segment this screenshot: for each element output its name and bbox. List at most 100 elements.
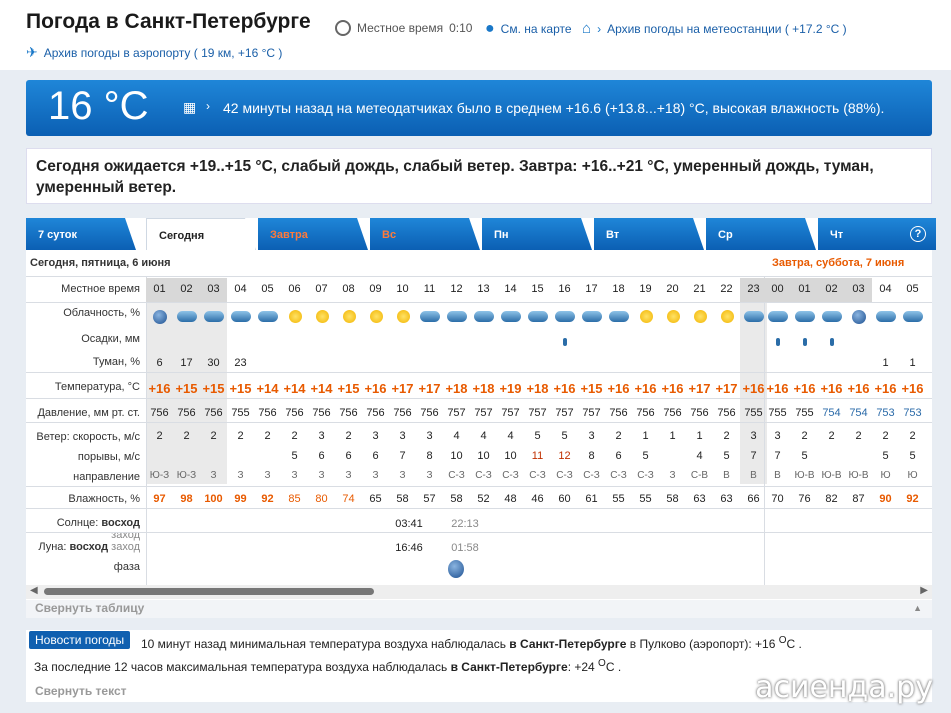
pressure-cell: 756 bbox=[258, 407, 277, 419]
gust-cell: 6 bbox=[345, 450, 352, 462]
wind-cell: 2 bbox=[210, 430, 217, 442]
day-today-label: Сегодня, пятница, 6 июня bbox=[30, 257, 171, 269]
scroll-thumb[interactable] bbox=[44, 588, 374, 595]
help-icon[interactable]: ? bbox=[910, 226, 926, 242]
hour-cell: 18 bbox=[612, 283, 625, 295]
direction-cell: З bbox=[426, 470, 433, 481]
wind-cell: 2 bbox=[291, 430, 298, 442]
grid-line bbox=[26, 422, 932, 423]
cloud-sun-icon bbox=[420, 310, 440, 324]
wind-cell: 4 bbox=[507, 430, 514, 442]
direction-cell: В bbox=[774, 470, 781, 481]
temp-cell: +18 bbox=[445, 381, 468, 396]
collapse-text-button[interactable]: Свернуть текст bbox=[35, 684, 127, 698]
gust-cell: 5 bbox=[801, 450, 808, 462]
row-label-humidity: Влажность, % bbox=[68, 493, 140, 505]
direction-cell: З bbox=[237, 470, 244, 481]
tab-monday[interactable]: Пн bbox=[482, 218, 592, 250]
wind-cell: 3 bbox=[399, 430, 406, 442]
sun-cloud-icon bbox=[258, 310, 278, 324]
tab-wednesday[interactable]: Ср bbox=[706, 218, 816, 250]
humidity-cell: 61 bbox=[585, 493, 598, 505]
hour-cell: 21 bbox=[693, 283, 706, 295]
pressure-cell: 756 bbox=[609, 407, 628, 419]
temp-cell: +17 bbox=[418, 381, 441, 396]
hour-cell: 08 bbox=[342, 283, 355, 295]
temp-cell: +15 bbox=[337, 381, 360, 396]
humidity-cell: 70 bbox=[771, 493, 784, 505]
moon-cloud-icon bbox=[150, 310, 170, 324]
pressure-cell: 757 bbox=[474, 407, 493, 419]
temp-cell: +16 bbox=[742, 381, 765, 396]
pressure-cell: 756 bbox=[150, 407, 169, 419]
direction-cell: В bbox=[723, 470, 730, 481]
pressure-cell: 756 bbox=[204, 407, 223, 419]
humidity-cell: 63 bbox=[720, 493, 733, 505]
wind-cell: 1 bbox=[642, 430, 649, 442]
gust-cell: 8 bbox=[426, 450, 433, 462]
temp-cell: +16 bbox=[634, 381, 657, 396]
humidity-cell: 52 bbox=[477, 493, 490, 505]
grid-line bbox=[26, 508, 932, 509]
row-label-pressure: Давление, мм рт. ст. bbox=[37, 407, 140, 419]
gust-cell: 8 bbox=[588, 450, 595, 462]
wind-cell: 2 bbox=[615, 430, 622, 442]
temp-cell: +16 bbox=[901, 381, 924, 396]
hour-cell: 05 bbox=[261, 283, 274, 295]
humidity-cell: 58 bbox=[396, 493, 409, 505]
cloud-icon bbox=[474, 310, 494, 324]
hour-cell: 17 bbox=[585, 283, 598, 295]
tab-thursday[interactable]: Чт ? bbox=[818, 218, 936, 250]
current-weather-bar: 16 °C ▦ › 42 минуты назад на метеодатчик… bbox=[26, 80, 932, 136]
tab-tuesday[interactable]: Вт bbox=[594, 218, 704, 250]
hour-cell: 16 bbox=[558, 283, 571, 295]
pressure-cell: 753 bbox=[903, 407, 922, 419]
humidity-cell: 76 bbox=[798, 493, 811, 505]
direction-cell: В bbox=[750, 470, 757, 481]
hour-cell: 14 bbox=[504, 283, 517, 295]
tab-tomorrow[interactable]: Завтра bbox=[258, 218, 368, 250]
cloud-icon bbox=[501, 310, 521, 324]
direction-cell: Ю-В bbox=[794, 470, 815, 481]
scroll-right-icon[interactable]: ▶ bbox=[920, 585, 928, 596]
day-tomorrow-label: Завтра, суббота, 7 июня bbox=[772, 257, 905, 269]
page-title: Погода в Санкт-Петербурге bbox=[26, 10, 311, 33]
tab-today[interactable]: Сегодня bbox=[146, 218, 256, 250]
chevron-right-icon: › bbox=[206, 99, 210, 113]
grid-line bbox=[26, 302, 932, 303]
rain-cloud-icon bbox=[555, 310, 575, 324]
archive-airport-link[interactable]: ✈ Архив погоды в аэропорту ( 19 км, +16 … bbox=[26, 44, 282, 61]
moonrise-time: 16:46 bbox=[395, 542, 423, 554]
pressure-cell: 754 bbox=[849, 407, 868, 419]
pressure-cell: 756 bbox=[339, 407, 358, 419]
hour-cell: 02 bbox=[818, 278, 845, 302]
fog-cell: 17 bbox=[180, 357, 193, 369]
scroll-left-icon[interactable]: ◀ bbox=[30, 585, 38, 596]
hour-cell: 02 bbox=[173, 278, 200, 302]
fog-cell: 1 bbox=[909, 357, 916, 369]
humidity-cell: 74 bbox=[342, 493, 355, 505]
news-line-2: За последние 12 часов максимальная темпе… bbox=[34, 658, 622, 674]
wind-cell: 3 bbox=[372, 430, 379, 442]
wind-cell: 1 bbox=[696, 430, 703, 442]
direction-cell: С-З bbox=[637, 470, 654, 481]
hour-cell: 05 bbox=[906, 283, 919, 295]
map-link[interactable]: ● См. на карте bbox=[485, 20, 572, 38]
direction-cell: С-З bbox=[529, 470, 546, 481]
hour-cell: 01 bbox=[146, 278, 173, 302]
tab-7-days[interactable]: 7 суток bbox=[26, 218, 136, 250]
gust-cell: 5 bbox=[642, 450, 649, 462]
horizontal-scrollbar[interactable]: ◀ ▶ bbox=[26, 585, 932, 599]
tab-sunday[interactable]: Вс bbox=[370, 218, 480, 250]
forecast-table: Сегодня, пятница, 6 июня Завтра, суббота… bbox=[26, 250, 932, 600]
hour-cell: 03 bbox=[845, 278, 872, 302]
pressure-cell: 756 bbox=[717, 407, 736, 419]
temp-cell: +15 bbox=[229, 381, 252, 396]
sunset-time: 22:13 bbox=[451, 518, 479, 530]
wind-cell: 5 bbox=[561, 430, 568, 442]
collapse-table-button[interactable]: Свернуть таблицу ▲ bbox=[26, 600, 932, 618]
archive-station-link[interactable]: ⌂ › Архив погоды на метеостанции ( +17.2… bbox=[582, 20, 847, 37]
wind-cell: 3 bbox=[750, 430, 757, 442]
temp-cell: +16 bbox=[820, 381, 843, 396]
wind-cell: 1 bbox=[669, 430, 676, 442]
